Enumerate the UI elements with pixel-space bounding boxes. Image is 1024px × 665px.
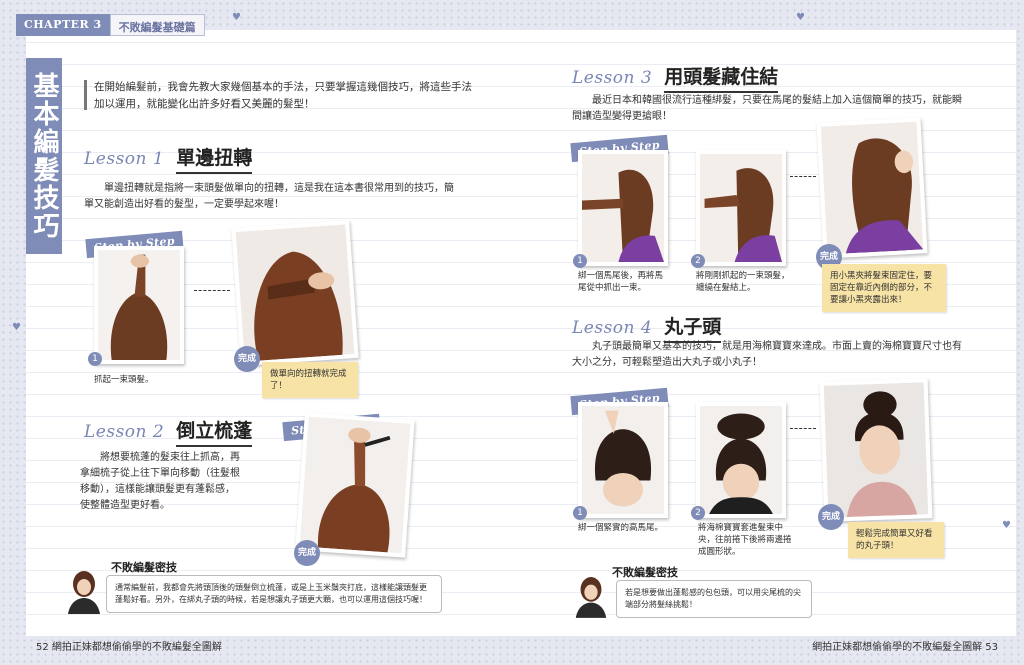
lesson-2-body: 將想要梳蓬的髮束往上抓高，再拿細梳子從上往下單向移動（往髮根移動），這樣能讓頭髮… (80, 452, 240, 511)
done-badge: 完成 (294, 540, 320, 566)
tip-2-title: 不敗編髮密技 (612, 566, 678, 579)
intro-text: 在開始編髮前，我會先教大家幾個基本的手法，只要掌握這幾個技巧，將這些手法加以運用… (94, 81, 472, 110)
step-number: 1 (88, 352, 102, 366)
heart-icon: ♥ (232, 12, 241, 23)
lesson-1-heading: Lesson 1 單邊扭轉 (84, 143, 253, 174)
lesson-3-step-2-caption: 將剛剛抓起的一束頭髮，纏繞在髮結上。 (696, 271, 790, 293)
lesson-2-number: Lesson 2 (84, 422, 165, 442)
lesson-4-step-2-caption: 將海棉寶寶套進髮束中央，往前捲下後將兩邊捲成圓形狀。 (698, 523, 792, 557)
arrow-icon (790, 176, 816, 177)
step-number: 1 (573, 254, 587, 268)
done-badge: 完成 (234, 346, 260, 372)
chapter-label: CHAPTER 3 (16, 14, 110, 36)
page-number-right: 53 (985, 642, 998, 653)
lesson-4-step-1-photo (578, 402, 668, 518)
lesson-3-done-note: 用小黑夾將髮束固定住，要固定在靠近內側的部分，不要讓小黑夾露出來！ (822, 264, 946, 312)
tip-1-title: 不敗編髮密技 (111, 561, 177, 574)
done-badge: 完成 (818, 504, 844, 530)
lesson-2-heading: Lesson 2 倒立梳蓬 (84, 416, 253, 447)
chapter-subtitle: 不敗編髮基礎篇 (109, 14, 205, 36)
lesson-1-title: 單邊扭轉 (176, 143, 253, 174)
lesson-3-number: Lesson 3 (572, 68, 653, 88)
book-title-left: 網拍正妹都想偷偷學的不敗編髮全圖解 (51, 642, 222, 653)
lesson-4-number: Lesson 4 (572, 318, 653, 338)
avatar (68, 571, 100, 614)
lesson-4-step-2-photo (696, 402, 786, 518)
lesson-3-heading: Lesson 3 用頭髮藏住結 (572, 62, 779, 93)
lesson-4-done-photo (819, 378, 933, 522)
lesson-3-step-1-caption: 綁一個馬尾後，再將馬尾從中抓出一束。 (578, 271, 664, 293)
book-title-right: 網拍正妹都想偷偷學的不敗編髮全圖解 (812, 642, 983, 653)
tip-1-box: 通常編髮前，我都會先將頭頂後的頭髮倒立梳蓬，或是上玉米鬚夾打底，這樣能讓頭髮更蓬… (106, 575, 442, 613)
lesson-4-body: 丸子頭最簡單又基本的技巧，就是用海棉寶寶來達成。市面上賣的海棉寶寶尺寸也有大小之… (572, 341, 962, 368)
lesson-3-step-2-photo (696, 150, 786, 266)
lesson-1-step-1-caption: 抓起一束頭髮。 (94, 375, 154, 385)
page-title: 基本編髮技巧 (26, 58, 62, 254)
lesson-1-done-photo (231, 220, 359, 366)
arrow-icon (194, 290, 230, 291)
footer-left: 52 網拍正妹都想偷偷學的不敗編髮全圖解 (36, 638, 222, 653)
lesson-2-photo (295, 412, 415, 558)
step-number: 2 (691, 506, 705, 520)
step-number: 1 (573, 506, 587, 520)
arrow-icon (790, 428, 816, 429)
avatar (575, 577, 607, 618)
intro-bar (84, 80, 87, 110)
step-number: 2 (691, 254, 705, 268)
lesson-1-number: Lesson 1 (84, 149, 165, 169)
heart-icon: ♥ (796, 12, 805, 23)
lesson-4-step-1-caption: 綁一個緊實的高馬尾。 (578, 523, 664, 533)
footer-right: 網拍正妹都想偷偷學的不敗編髮全圖解 53 (812, 638, 998, 653)
lesson-3-done-photo (816, 117, 928, 259)
lesson-2-title: 倒立梳蓬 (176, 416, 253, 447)
lesson-3-step-1-photo (578, 150, 668, 266)
chapter-header: CHAPTER 3 不敗編髮基礎篇 (16, 14, 205, 36)
tip-2-box: 若是想要做出蓬鬆感的包包頭，可以用尖尾梳的尖端部分將髮絲挑鬆！ (616, 580, 812, 618)
lesson-1-done-note: 做單向的扭轉就完成了！ (262, 362, 358, 398)
heart-icon: ♥ (12, 322, 21, 333)
lesson-1-step-1-photo (94, 246, 184, 364)
lesson-3-title: 用頭髮藏住結 (664, 62, 779, 93)
page-number-left: 52 (36, 642, 49, 653)
heart-icon: ♥ (1002, 520, 1011, 531)
lesson-4-done-note: 輕鬆完成簡單又好看的丸子頭！ (848, 522, 944, 558)
lesson-1-body: 單邊扭轉就是指將一束頭髮做單向的扭轉，這是我在這本書很常用到的技巧，簡單又能創造… (84, 183, 454, 210)
